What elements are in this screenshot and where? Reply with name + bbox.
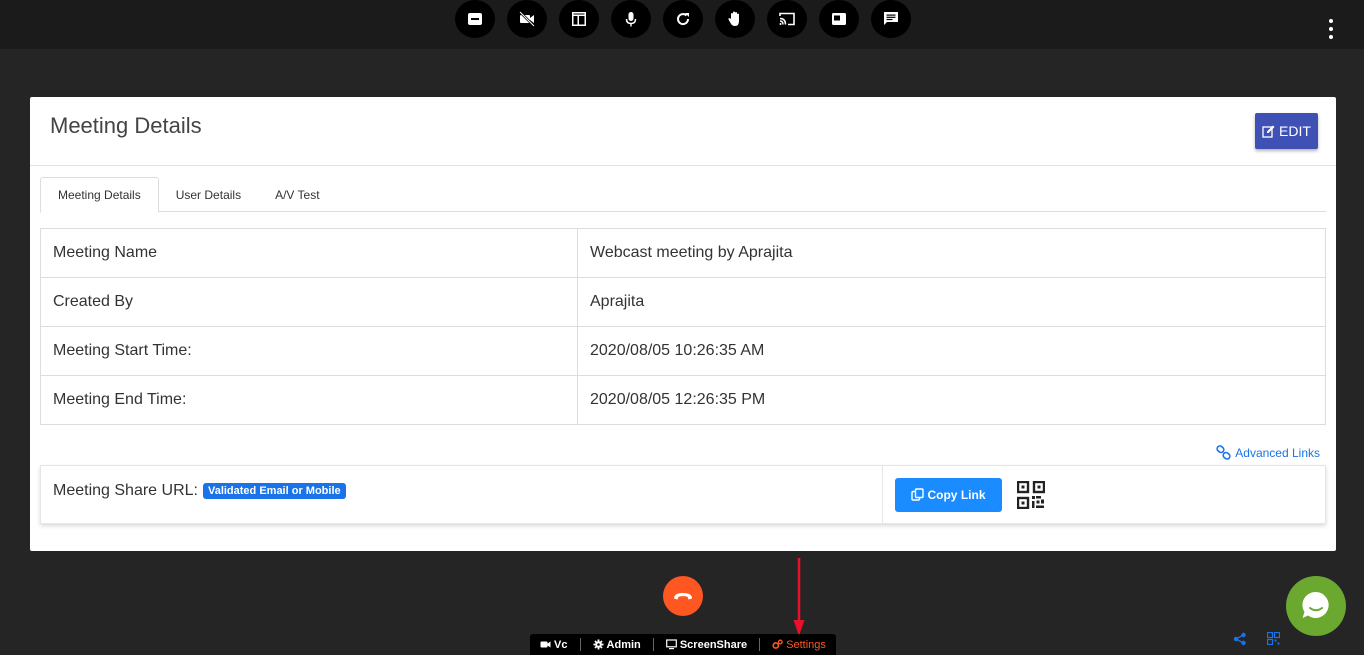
mic-button[interactable] [611,0,651,38]
kebab-dot [1329,27,1333,31]
share-url-label: Meeting Share URL: [53,482,198,499]
details-table: Meeting Name Webcast meeting by Aprajita… [40,228,1326,425]
chat-icon [884,12,898,25]
layout-icon [572,12,586,26]
hangup-button[interactable] [663,576,703,616]
video-off-icon [519,11,535,27]
vc-button[interactable]: Vc [540,639,567,651]
divider [759,638,761,651]
support-chat-button[interactable] [1286,576,1346,636]
row-label: Created By [40,277,578,327]
cast-button[interactable] [767,0,807,38]
tab-user-details[interactable]: User Details [159,177,258,212]
advanced-links-label: Advanced Links [1235,445,1320,460]
share-panel: Meeting Share URL: Validated Email or Mo… [40,465,1326,524]
edit-button[interactable]: EDIT [1255,113,1318,149]
chat-bubble-icon [1302,591,1329,618]
screenshare-button[interactable]: ScreenShare [665,638,748,651]
phone-hangup-icon [674,593,692,600]
admin-button[interactable]: Admin [593,639,641,651]
tab-meeting-details[interactable]: Meeting Details [40,177,159,213]
copy-link-button[interactable]: Copy Link [895,477,1002,512]
table-row: Meeting End Time: 2020/08/05 12:26:35 PM [40,375,1326,425]
page-title: Meeting Details [50,113,202,138]
bottom-bar: Vc Admin ScreenShare Settings [530,634,836,655]
layout-button[interactable] [559,0,599,38]
picture-in-picture-icon [832,13,846,25]
tab-bar: Meeting Details User Details A/V Test [40,177,1326,213]
card-header: Meeting Details EDIT [30,97,1336,166]
meeting-details-card: Meeting Details EDIT Meeting Details Use… [30,97,1336,551]
gears-icon [772,639,783,649]
refresh-button[interactable] [663,0,703,38]
monitor-icon [665,639,677,650]
row-value: Aprajita [577,277,1326,327]
validation-badge: Validated Email or Mobile [202,483,346,499]
mic-icon [625,12,637,27]
copy-icon [911,488,925,501]
refresh-icon [677,13,690,26]
copy-link-label: Copy Link [927,487,986,502]
divider [579,638,581,651]
table-row: Meeting Name Webcast meeting by Aprajita [40,228,1326,278]
annotation-arrow [793,558,805,636]
row-label: Meeting Start Time: [40,326,578,376]
qr-code-small-icon[interactable] [1267,632,1280,645]
settings-label: Settings [786,638,826,651]
qr-code-icon[interactable] [1017,480,1045,509]
raise-hand-icon [728,11,739,26]
edit-label: EDIT [1279,123,1311,139]
raise-hand-button[interactable] [715,0,755,38]
row-label: Meeting Name [40,228,578,278]
screenshare-label: ScreenShare [679,638,748,651]
video-off-button[interactable] [507,0,547,38]
kebab-dot [1329,35,1333,39]
share-actions: Copy Link [883,466,1325,523]
row-value: Webcast meeting by Aprajita [577,228,1326,278]
tab-av-test[interactable]: A/V Test [258,177,336,212]
vc-label: Vc [554,638,568,651]
settings-button[interactable]: Settings [772,639,826,651]
divider [652,638,654,651]
row-value: 2020/08/05 10:26:35 AM [577,326,1326,376]
video-icon [540,641,551,648]
more-options-menu[interactable] [1328,19,1334,39]
link-icon [1216,445,1231,460]
kebab-dot [1329,19,1333,23]
chat-button[interactable] [871,0,911,38]
cast-icon [779,12,795,26]
advanced-links[interactable]: Advanced Links [1216,445,1320,460]
edit-icon [1262,125,1275,138]
share-icon[interactable] [1233,632,1247,646]
meeting-toolbar [455,0,911,38]
minus-circle-icon [468,13,482,25]
top-bar [0,0,1364,49]
row-value: 2020/08/05 12:26:35 PM [577,375,1326,425]
admin-label: Admin [606,638,641,651]
share-url-section: Meeting Share URL: Validated Email or Mo… [41,466,883,523]
table-row: Meeting Start Time: 2020/08/05 10:26:35 … [40,326,1326,376]
picture-in-picture-button[interactable] [819,0,859,38]
row-label: Meeting End Time: [40,375,578,425]
table-row: Created By Aprajita [40,277,1326,327]
gear-icon [593,639,604,650]
minus-circle-button[interactable] [455,0,495,38]
